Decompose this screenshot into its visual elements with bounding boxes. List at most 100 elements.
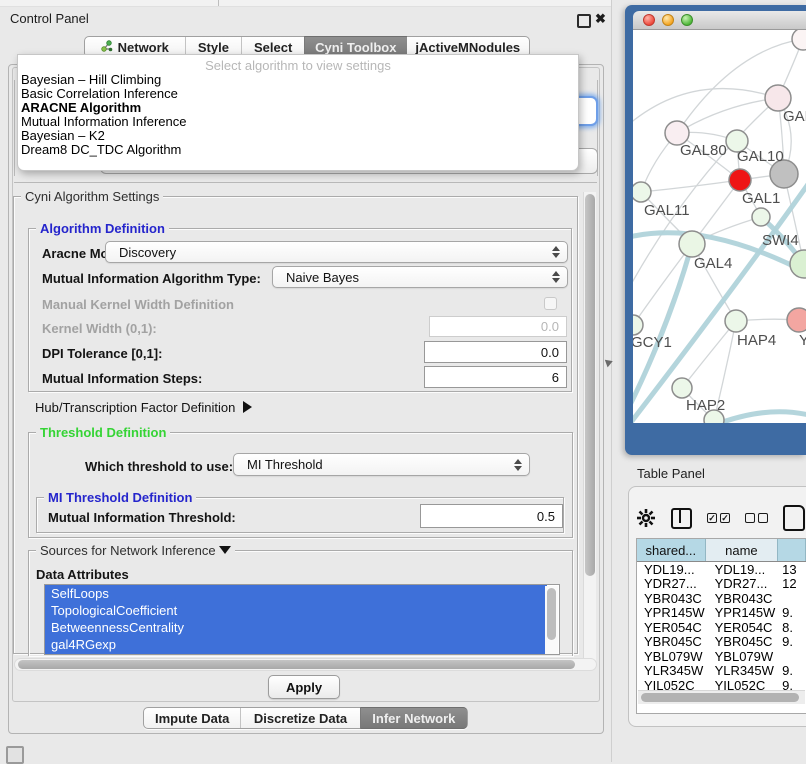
settings-horizontal-scrollbar[interactable] xyxy=(14,658,597,671)
table-cell: YBL079W xyxy=(637,649,706,664)
select-all-columns-icon[interactable]: ✓✓ xyxy=(707,513,730,523)
network-edge[interactable] xyxy=(641,180,740,192)
import-table-icon[interactable] xyxy=(783,505,805,531)
scrollbar-thumb[interactable] xyxy=(585,194,595,576)
hidden-groupbox-bottom xyxy=(14,182,597,183)
deselect-all-columns-icon[interactable] xyxy=(745,513,768,523)
table-cell: 9. xyxy=(778,663,806,678)
kernel-width-field[interactable]: 0.0 xyxy=(429,316,567,337)
table-row[interactable]: YBR045CYBR045C9. xyxy=(637,635,806,650)
mi-type-value: Naive Bayes xyxy=(286,270,359,285)
algorithm-option[interactable]: Bayesian – K2 xyxy=(18,129,578,143)
manual-kernel-checkbox[interactable] xyxy=(544,297,557,310)
network-node-Y-right[interactable] xyxy=(787,308,806,332)
algorithm-option[interactable]: Mutual Information Inference xyxy=(18,115,578,129)
attribute-item[interactable]: BetweennessCentrality xyxy=(45,619,547,636)
network-node-GAL4[interactable] xyxy=(679,231,705,257)
scrollbar-thumb[interactable] xyxy=(18,660,575,669)
table-row[interactable]: YBL079WYBL079W xyxy=(637,649,806,664)
network-node-mid-green[interactable] xyxy=(752,208,770,226)
panel-divider[interactable] xyxy=(611,0,612,762)
close-panel-button[interactable]: ✖ xyxy=(595,11,606,27)
table-cell: YBR043C xyxy=(637,591,706,606)
collapse-arrow-icon[interactable] xyxy=(219,546,231,554)
table-row[interactable]: YDR27...YDR27...12 xyxy=(637,577,806,592)
table-row[interactable]: YER054CYER054C8. xyxy=(637,620,806,635)
table-cell: YDR27... xyxy=(637,576,706,591)
network-node-HAP2[interactable] xyxy=(672,378,692,398)
table-cell: 12 xyxy=(778,576,806,591)
tab-label: Cyni Toolbox xyxy=(315,40,396,55)
network-canvas[interactable]: GALGAL80GAL10GAL1GAL11SWI4GAL4GCY1HAP4YH… xyxy=(633,30,806,423)
tab-label: Network xyxy=(118,40,169,55)
close-window-icon[interactable] xyxy=(643,14,655,26)
mi-threshold-title: MI Threshold Definition xyxy=(44,490,196,505)
mi-threshold-label: Mutual Information Threshold: xyxy=(48,510,236,525)
table-row[interactable]: YLR345WYLR345W9. xyxy=(637,664,806,679)
table-cell: YLR345W xyxy=(637,663,706,678)
algorithm-dropdown-popup: Select algorithm to view settings Bayesi… xyxy=(17,54,579,171)
table-row[interactable]: YPR145WYPR145W9. xyxy=(637,606,806,621)
network-edge[interactable] xyxy=(633,244,692,325)
node-label-HAP2: HAP2 xyxy=(686,397,725,414)
hub-definition-toggle[interactable]: Hub/Transcription Factor Definition xyxy=(35,400,252,415)
combo-stepper-icon xyxy=(514,459,529,471)
minimize-window-icon[interactable] xyxy=(662,14,674,26)
network-edge[interactable] xyxy=(677,98,778,133)
column-header[interactable] xyxy=(778,539,806,561)
table-cell: YDL19... xyxy=(706,562,778,577)
table-cell: YER054C xyxy=(637,620,706,635)
expand-arrow-icon xyxy=(243,401,252,413)
tab-infer-network[interactable]: Infer Network xyxy=(360,707,467,729)
tab-discretize-data[interactable]: Discretize Data xyxy=(240,708,359,728)
combo-stepper-icon xyxy=(552,246,567,258)
network-edge[interactable] xyxy=(682,321,736,388)
table-header-row: shared...name xyxy=(637,539,806,562)
attribute-item[interactable]: TopologicalCoefficient xyxy=(45,602,547,619)
show-columns-icon[interactable] xyxy=(671,508,692,529)
float-window-button[interactable] xyxy=(577,14,591,28)
algorithm-option[interactable]: ARACNE Algorithm xyxy=(18,101,578,115)
mi-steps-field[interactable]: 6 xyxy=(424,366,567,388)
network-node-GAL1[interactable] xyxy=(729,169,751,191)
table-row[interactable]: YDL19...YDL19...13 xyxy=(637,562,806,577)
mi-type-combobox[interactable]: Naive Bayes xyxy=(272,266,568,288)
settings-vertical-scrollbar[interactable] xyxy=(583,192,596,662)
aracne-mode-combobox[interactable]: Discovery xyxy=(105,241,568,263)
mi-threshold-field[interactable]: 0.5 xyxy=(420,504,563,528)
table-horizontal-scrollbar[interactable] xyxy=(638,690,805,704)
table-row[interactable]: YBR043CYBR043C xyxy=(637,591,806,606)
list-vertical-scrollbar[interactable] xyxy=(545,586,558,654)
network-node-GCY1[interactable] xyxy=(633,315,643,335)
data-attributes-list[interactable]: SelfLoopsTopologicalCoefficientBetweenne… xyxy=(44,584,560,655)
column-header[interactable]: name xyxy=(706,539,778,561)
scrollbar-thumb[interactable] xyxy=(547,588,556,640)
attribute-item[interactable]: gal4RGexp xyxy=(45,636,547,653)
algorithm-option[interactable]: Basic Correlation Inference xyxy=(18,87,578,101)
node-label-GAL11: GAL11 xyxy=(644,202,690,219)
which-threshold-label: Which threshold to use: xyxy=(85,459,233,474)
tab-label: Select xyxy=(254,40,292,55)
which-threshold-combobox[interactable]: MI Threshold xyxy=(233,453,530,476)
network-node-GAL11[interactable] xyxy=(633,182,651,202)
column-header[interactable]: shared... xyxy=(637,539,706,561)
scrollbar-thumb[interactable] xyxy=(641,693,799,702)
minimized-panel-icon[interactable] xyxy=(6,746,24,764)
apply-button[interactable]: Apply xyxy=(268,675,340,699)
algorithm-option[interactable]: Bayesian – Hill Climbing xyxy=(18,73,578,87)
zoom-window-icon[interactable] xyxy=(681,14,693,26)
gear-icon[interactable] xyxy=(636,508,656,528)
table-cell: YBR045C xyxy=(637,634,706,649)
network-node-HAP4[interactable] xyxy=(725,310,747,332)
network-window-titlebar[interactable] xyxy=(633,11,806,30)
table-cell: YDR27... xyxy=(706,576,778,591)
table-cell: YPR145W xyxy=(637,605,706,620)
network-node-SWI4[interactable] xyxy=(790,250,806,278)
attribute-item[interactable]: SelfLoops xyxy=(45,585,547,602)
network-node-top-partial[interactable] xyxy=(792,30,806,50)
network-tab-icon xyxy=(101,40,113,55)
dpi-tolerance-field[interactable]: 0.0 xyxy=(424,341,567,363)
node-label-GAL10: GAL10 xyxy=(737,148,784,165)
tab-impute-data[interactable]: Impute Data xyxy=(144,708,240,728)
algorithm-option[interactable]: Dream8 DC_TDC Algorithm xyxy=(18,143,578,157)
